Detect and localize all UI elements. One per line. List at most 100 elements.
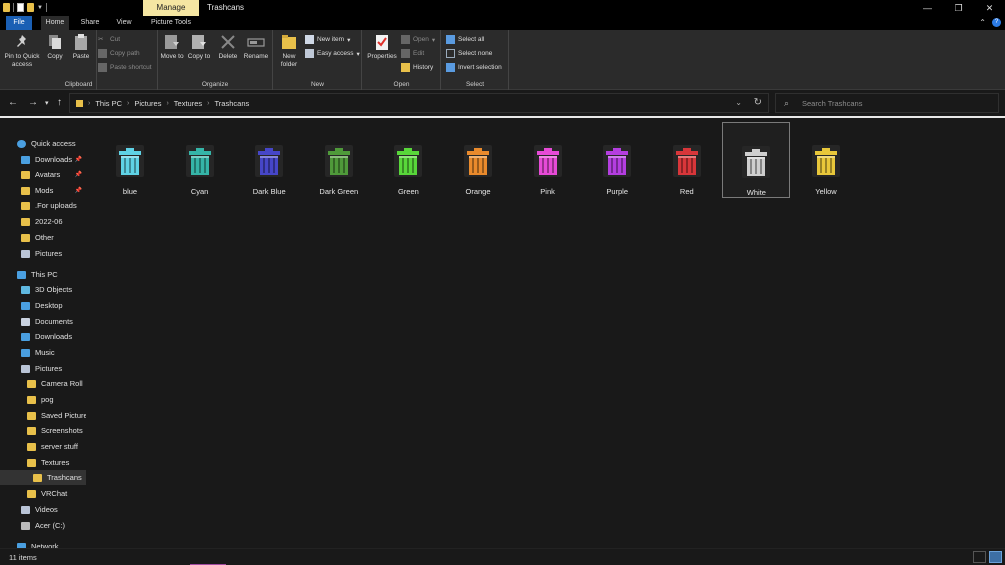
folder-icon[interactable] [3, 3, 10, 12]
sidebar-item[interactable]: VRChat [0, 486, 86, 501]
file-item[interactable]: Yellow [792, 122, 860, 198]
move-to-button[interactable]: Move to [160, 33, 184, 61]
help-icon[interactable]: ? [992, 18, 1001, 27]
sidebar-item-label: Downloads [35, 155, 73, 164]
chevron-up-icon[interactable]: ⌃ [979, 18, 986, 27]
new-folder-button[interactable]: New folder [277, 33, 301, 69]
copy-to-button[interactable]: Copy to [187, 33, 211, 61]
details-view-button[interactable] [973, 551, 986, 563]
new-item-button[interactable]: New item ▾ [305, 35, 350, 44]
file-item[interactable]: Dark Green [305, 122, 373, 198]
chevron-down-icon[interactable]: ▼ [37, 5, 43, 11]
sidebar-item[interactable]: Downloads [0, 329, 86, 344]
sidebar-item[interactable]: Desktop [0, 298, 86, 313]
breadcrumb-trashcans[interactable]: Trashcans [215, 99, 250, 108]
sidebar-item[interactable]: Saved Pictures [0, 408, 86, 423]
sidebar-item[interactable]: Trashcans [0, 470, 86, 485]
breadcrumb-pictures[interactable]: Pictures [134, 99, 161, 108]
forward-arrow-icon[interactable]: → [28, 97, 38, 108]
sidebar-item[interactable]: .For uploads [0, 198, 86, 213]
easy-access-button[interactable]: Easy access ▾ [305, 49, 360, 58]
sidebar-item[interactable]: Network [0, 539, 86, 548]
sidebar-item[interactable]: 3D Objects [0, 282, 86, 297]
tab-home[interactable]: Home [41, 16, 69, 30]
delete-button[interactable]: Delete [216, 33, 240, 61]
sidebar-item[interactable]: Avatars 📌 [0, 167, 86, 182]
sidebar-item[interactable]: pog [0, 392, 86, 407]
pin-icon: 📌 [74, 188, 82, 194]
pin-quick-access-button[interactable]: Pin to Quick access [3, 33, 41, 69]
tab-manage[interactable]: Manage [143, 0, 199, 16]
refresh-icon[interactable]: ↻ [754, 97, 762, 108]
tab-share[interactable]: Share [77, 16, 103, 30]
select-all-button[interactable]: Select all [446, 35, 484, 44]
breadcrumb-textures[interactable]: Textures [174, 99, 202, 108]
invert-selection-button[interactable]: Invert selection [446, 63, 502, 72]
search-input[interactable] [802, 99, 992, 108]
video-icon [21, 505, 30, 514]
sidebar-item[interactable]: Downloads 📌 [0, 152, 86, 167]
file-item[interactable]: Dark Blue [235, 122, 303, 198]
trashcan-icon [185, 145, 214, 177]
recent-locations-icon[interactable]: ▾ [45, 99, 49, 107]
sidebar-item[interactable]: Pictures [0, 361, 86, 376]
breadcrumb-this-pc[interactable]: This PC [95, 99, 122, 108]
sidebar-item[interactable]: Pictures [0, 246, 86, 261]
restore-button[interactable]: ❐ [943, 0, 974, 16]
sidebar-item[interactable]: This PC [0, 267, 86, 282]
sidebar-item[interactable]: Videos [0, 502, 86, 517]
new-label: New [310, 81, 324, 88]
new-folder-icon[interactable] [27, 3, 34, 12]
paste-button[interactable]: Paste [70, 33, 92, 61]
open-button[interactable]: Open ▾ [401, 35, 435, 44]
rename-button[interactable]: Rename [243, 33, 269, 61]
sidebar-item[interactable]: Screenshots [0, 423, 86, 438]
file-item[interactable]: Cyan [166, 122, 234, 198]
up-arrow-icon[interactable]: ↑ [57, 97, 62, 108]
search-box[interactable]: ⌕ [775, 93, 999, 113]
tab-file[interactable]: File [6, 16, 32, 30]
copy-button[interactable]: Copy [44, 33, 66, 61]
file-item[interactable]: Green [374, 122, 442, 198]
tab-view[interactable]: View [113, 16, 135, 30]
sidebar-item[interactable]: Music [0, 345, 86, 360]
new-item-icon [305, 35, 314, 44]
folder-icon [27, 489, 36, 498]
sidebar-item[interactable]: server stuff [0, 439, 86, 454]
properties-button[interactable]: Properties [366, 33, 398, 61]
cut-button[interactable]: ✂ Cut [98, 35, 120, 44]
large-icons-view-button[interactable] [989, 551, 1002, 563]
back-arrow-icon[interactable]: ← [8, 97, 18, 108]
file-item[interactable]: blue [96, 122, 164, 198]
sidebar-item[interactable]: Other [0, 230, 86, 245]
file-name: Purple [606, 187, 629, 196]
sidebar-item[interactable]: Acer (C:) [0, 518, 86, 533]
close-button[interactable]: ✕ [974, 0, 1005, 16]
sidebar-item-label: Pictures [35, 364, 63, 373]
select-none-button[interactable]: Select none [446, 49, 492, 58]
chevron-down-icon[interactable]: ⌄ [735, 98, 742, 107]
edit-button[interactable]: Edit [401, 49, 424, 58]
sidebar-item[interactable]: 2022-06 [0, 214, 86, 229]
sidebar-item[interactable]: Mods 📌 [0, 183, 86, 198]
file-item[interactable]: Pink [514, 122, 582, 198]
sidebar-item[interactable]: Camera Roll [0, 376, 86, 391]
copy-path-button[interactable]: Copy path [98, 49, 140, 58]
minimize-button[interactable]: — [912, 0, 943, 16]
window-title: Trashcans [207, 3, 245, 12]
history-button[interactable]: History [401, 63, 433, 72]
sidebar-item[interactable]: Quick access [0, 136, 86, 151]
address-bar[interactable]: › This PC › Pictures › Textures › Trashc… [69, 93, 769, 113]
sidebar-item[interactable]: Documents [0, 314, 86, 329]
folder-icon [21, 201, 30, 210]
file-item[interactable]: Purple [583, 122, 651, 198]
sidebar-item[interactable]: Textures [0, 455, 86, 470]
properties-icon[interactable] [17, 3, 24, 12]
file-item[interactable]: Red [653, 122, 721, 198]
paste-shortcut-button[interactable]: Paste shortcut [98, 63, 152, 72]
file-item[interactable]: Orange [444, 122, 512, 198]
sidebar-item-label: server stuff [41, 442, 78, 451]
tab-picture-tools[interactable]: Picture Tools [145, 16, 197, 30]
sidebar-item-label: Avatars [35, 170, 61, 179]
file-item[interactable]: White [722, 122, 791, 198]
